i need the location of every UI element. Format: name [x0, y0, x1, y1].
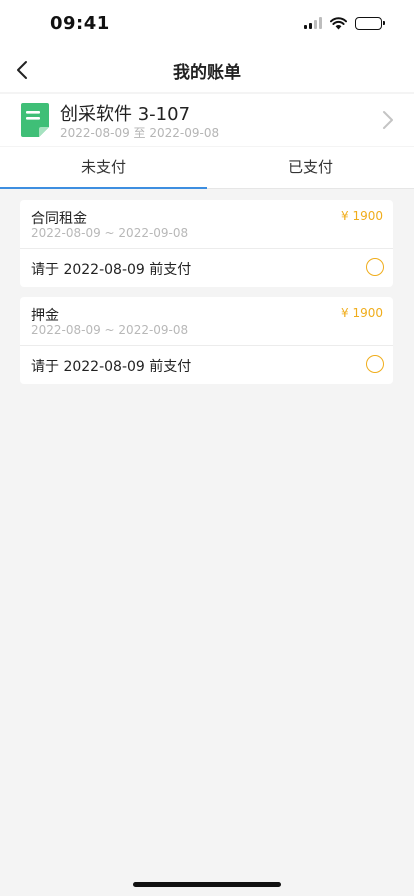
bill-amount: ¥ 1900	[341, 209, 383, 223]
bill-card: 合同租金 2022-08-09 ~ 2022-09-08 ¥ 1900 请于 2…	[20, 200, 393, 287]
property-date-range: 2022-08-09 至 2022-09-08	[60, 126, 220, 140]
bill-amount: ¥ 1900	[341, 306, 383, 320]
system-icons	[304, 16, 385, 30]
bill-due-row[interactable]: 请于 2022-08-09 前支付	[20, 346, 393, 384]
bill-card: 押金 2022-08-09 ~ 2022-09-08 ¥ 1900 请于 202…	[20, 297, 393, 384]
payment-status-tabs: 未支付 已支付	[0, 147, 414, 189]
battery-icon	[355, 16, 385, 30]
bill-due-text: 请于 2022-08-09 前支付	[31, 359, 192, 375]
tab-unpaid[interactable]: 未支付	[0, 147, 207, 189]
bill-due-text: 请于 2022-08-09 前支付	[31, 262, 192, 278]
document-icon	[21, 103, 49, 137]
radio-circle-icon[interactable]	[366, 355, 384, 373]
bill-date-range: 2022-08-09 ~ 2022-09-08	[31, 323, 189, 337]
property-name: 创采软件 3-107	[60, 104, 191, 125]
wifi-icon	[330, 16, 347, 29]
bill-date-range: 2022-08-09 ~ 2022-09-08	[31, 226, 189, 240]
status-time: 09:41	[50, 13, 110, 34]
navigation-bar: 我的账单	[0, 48, 414, 92]
page-title: 我的账单	[173, 63, 241, 83]
home-indicator[interactable]	[133, 882, 281, 887]
bill-header: 押金 2022-08-09 ~ 2022-09-08 ¥ 1900	[20, 297, 393, 346]
bill-due-row[interactable]: 请于 2022-08-09 前支付	[20, 249, 393, 287]
bill-header: 合同租金 2022-08-09 ~ 2022-09-08 ¥ 1900	[20, 200, 393, 249]
bill-name: 合同租金	[31, 211, 87, 227]
cellular-signal-icon	[304, 17, 322, 29]
bill-name: 押金	[31, 308, 59, 324]
chevron-right-icon	[383, 111, 393, 129]
property-row[interactable]: 创采软件 3-107 2022-08-09 至 2022-09-08	[0, 94, 414, 146]
radio-circle-icon[interactable]	[366, 258, 384, 276]
status-bar: 09:41	[0, 0, 414, 48]
tab-paid[interactable]: 已支付	[207, 147, 414, 188]
